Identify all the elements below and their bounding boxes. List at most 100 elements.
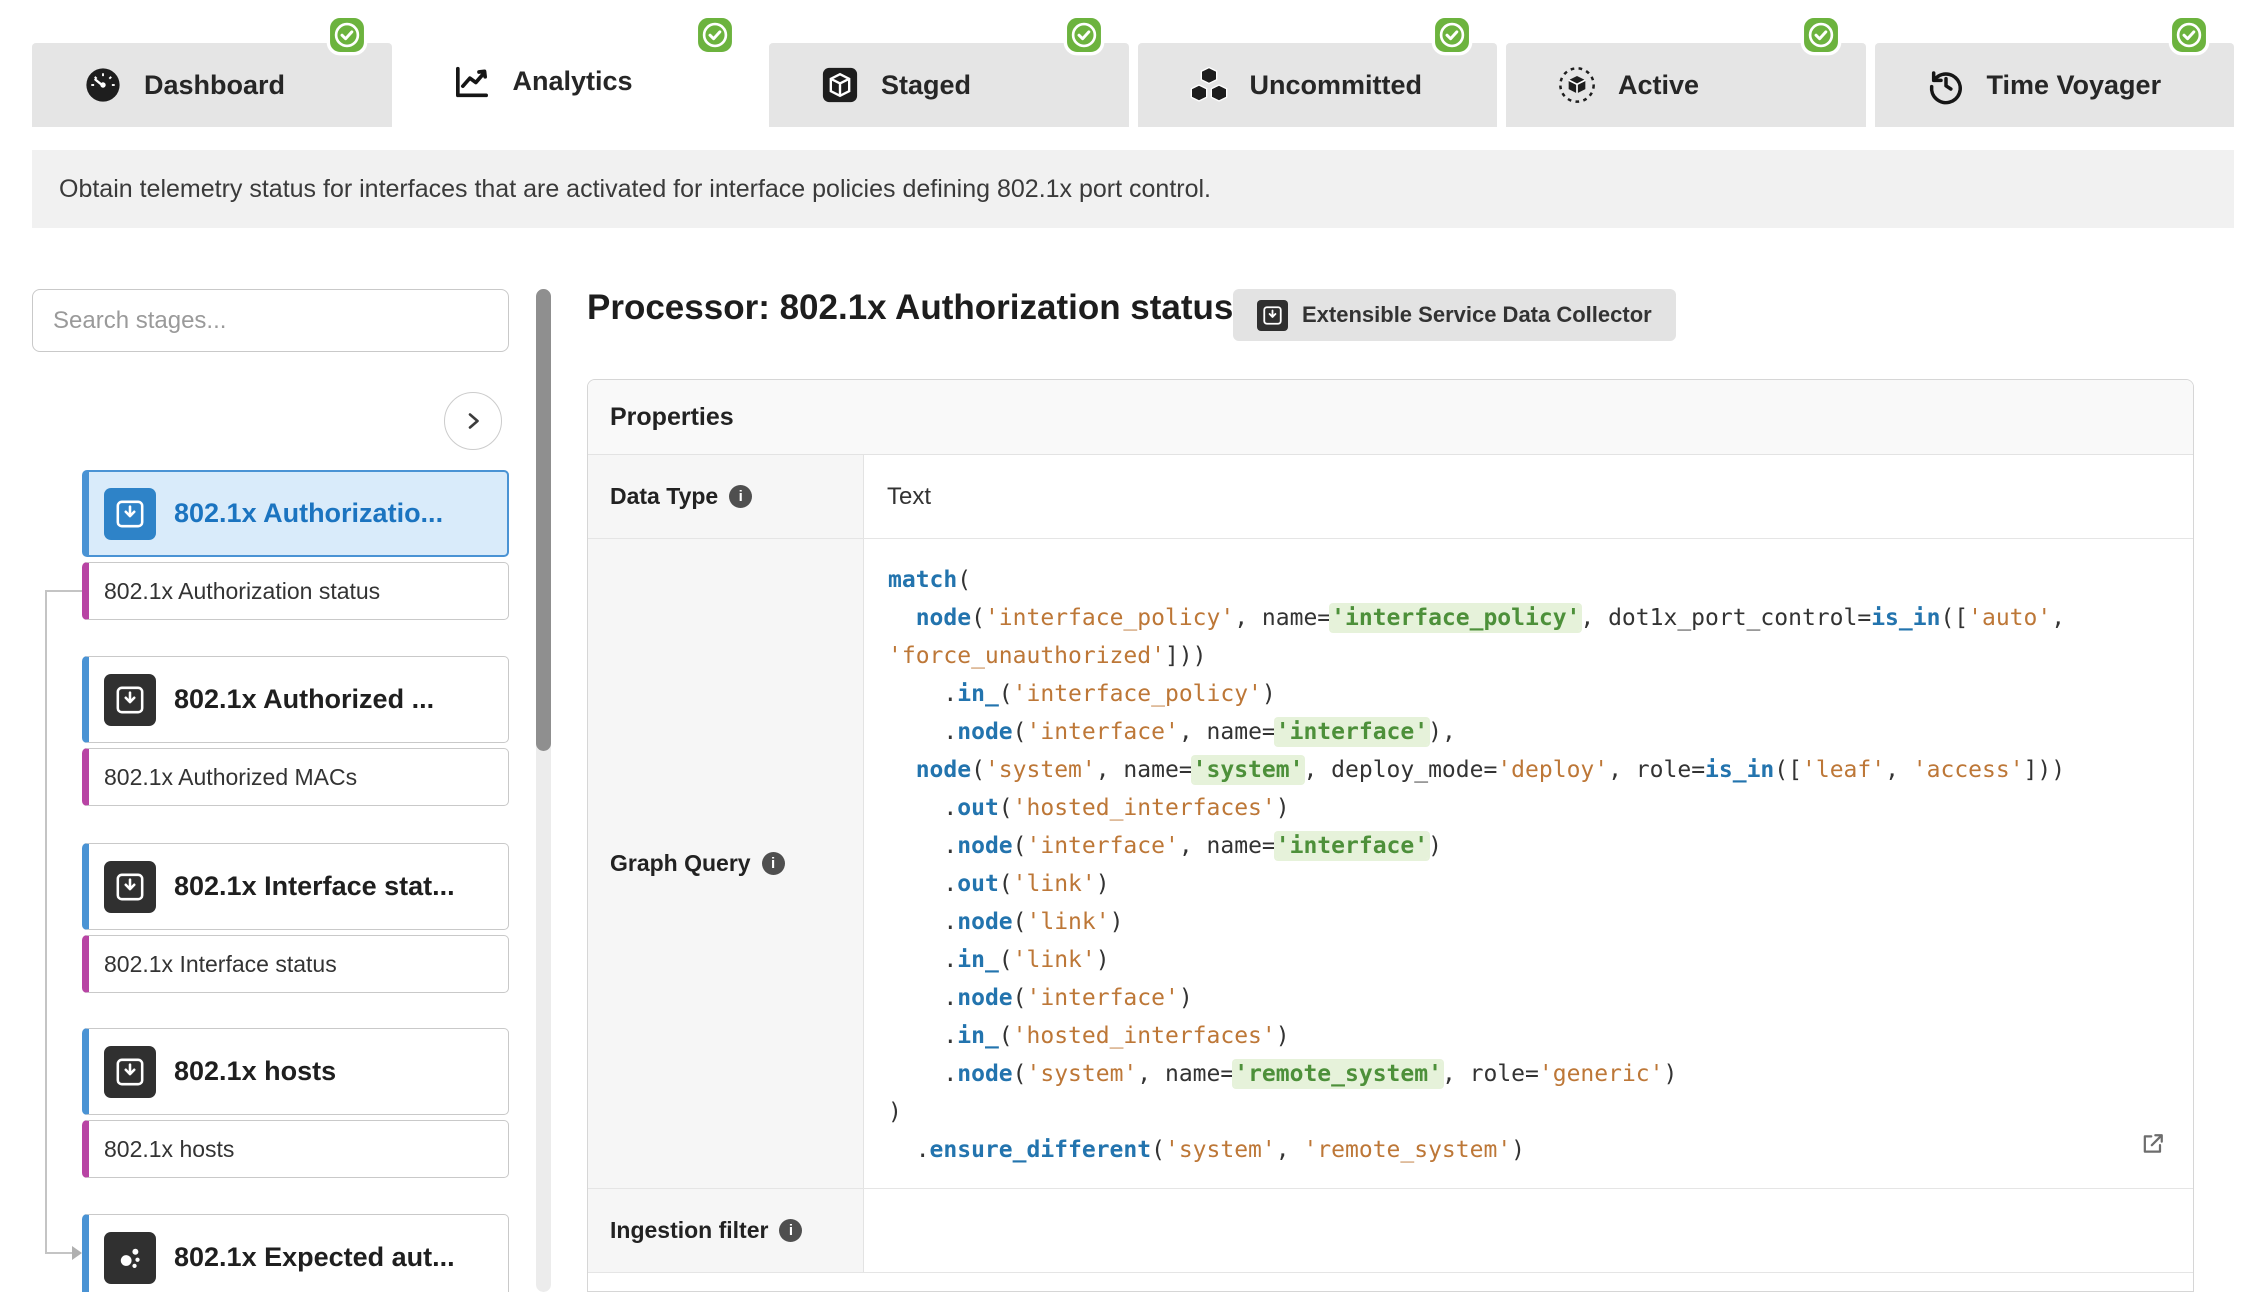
tab-label: Active [1618, 70, 1699, 101]
tab-uncommitted[interactable]: Uncommitted [1138, 43, 1498, 127]
stage-output-label: 802.1x Interface status [104, 951, 337, 978]
graph-query-row: Graph Query i match( node('interface_pol… [588, 539, 2193, 1189]
properties-title: Properties [610, 403, 734, 432]
page-title: Processor: 802.1x Authorization status [587, 288, 1233, 328]
history-clock-icon [1925, 64, 1967, 106]
collector-type-badge: Extensible Service Data Collector [1233, 289, 1676, 341]
stage-title: 802.1x Interface stat... [174, 871, 455, 902]
tab-bar: Dashboard Analytics Staged Uncommitted Activ… [32, 0, 2234, 140]
collector-icon [104, 1046, 156, 1098]
open-external-icon[interactable] [2139, 1130, 2167, 1158]
next-row-partial [588, 1273, 2193, 1292]
tab-active[interactable]: Active [1506, 43, 1866, 127]
code-line: .ensure_different('system', 'remote_syst… [888, 1131, 2193, 1169]
stage-output-card[interactable]: 802.1x hosts [82, 1120, 509, 1178]
collector-icon [1257, 300, 1288, 331]
stage-group: 802.1x Authorizatio... 802.1x Authorizati… [82, 470, 509, 620]
tab-label: Analytics [513, 66, 633, 97]
stage-title: 802.1x Authorized ... [174, 684, 434, 715]
stage-output-card[interactable]: 802.1x Interface status [82, 935, 509, 993]
code-line: match( [888, 561, 2193, 599]
check-badge-icon [326, 14, 368, 56]
code-line: ) [888, 1093, 2193, 1131]
sidebar-scrollbar[interactable] [536, 289, 551, 1292]
code-line: .node('link') [888, 903, 2193, 941]
ingestion-filter-row: Ingestion filter i [588, 1189, 2193, 1273]
stage-title: 802.1x Expected aut... [174, 1242, 455, 1273]
stage-group: 802.1x Interface stat... 802.1x Interface… [82, 843, 509, 993]
properties-panel: Properties Data Type i Text Graph Query … [587, 379, 2194, 1292]
processor-icon [104, 1232, 156, 1284]
code-line: .out('link') [888, 865, 2193, 903]
info-icon[interactable]: i [729, 485, 752, 508]
code-line: .node('interface', name='interface'), [888, 713, 2193, 751]
gauge-icon [82, 64, 124, 106]
code-line: node('interface_policy', name='interface… [888, 599, 2193, 637]
check-badge-icon [1063, 14, 1105, 56]
stage-output-card[interactable]: 802.1x Authorized MACs [82, 748, 509, 806]
stage-group: 802.1x Authorized ... 802.1x Authorized M… [82, 656, 509, 806]
collector-icon [104, 674, 156, 726]
properties-header: Properties [588, 380, 2193, 455]
stage-output-label: 802.1x Authorized MACs [104, 764, 357, 791]
ingestion-filter-label-cell: Ingestion filter i [588, 1189, 864, 1272]
code-line: .in_('hosted_interfaces') [888, 1017, 2193, 1055]
tab-label: Time Voyager [1987, 70, 2162, 101]
tab-staged[interactable]: Staged [769, 43, 1129, 127]
stage-title: 802.1x Authorizatio... [174, 498, 443, 529]
description-bar: Obtain telemetry status for interfaces t… [32, 150, 2234, 228]
description-text: Obtain telemetry status for interfaces t… [59, 175, 1211, 204]
stage-sidebar: 802.1x Authorizatio... 802.1x Authorizati… [32, 289, 510, 1292]
stage-group: 802.1x hosts 802.1x hosts [82, 1028, 509, 1178]
collector-icon [104, 488, 156, 540]
check-badge-icon [2168, 14, 2210, 56]
tab-label: Uncommitted [1250, 70, 1423, 101]
code-line: .node('interface', name='interface') [888, 827, 2193, 865]
collector-type-badge-label: Extensible Service Data Collector [1302, 302, 1652, 328]
collector-icon [104, 861, 156, 913]
info-icon[interactable]: i [762, 852, 785, 875]
code-line: .node('system', name='remote_system', ro… [888, 1055, 2193, 1093]
stage-output-card[interactable]: 802.1x Authorization status [82, 562, 509, 620]
data-type-label-cell: Data Type i [588, 455, 864, 538]
app-window: Dashboard Analytics Staged Uncommitted Activ… [0, 0, 2266, 1292]
stage-output-label: 802.1x Authorization status [104, 578, 380, 605]
info-icon[interactable]: i [779, 1219, 802, 1242]
tab-analytics[interactable]: Analytics [401, 23, 761, 140]
graph-query-label-cell: Graph Query i [588, 539, 864, 1188]
code-line: .node('interface') [888, 979, 2193, 1017]
stage-output-label: 802.1x hosts [104, 1136, 234, 1163]
tab-dashboard[interactable]: Dashboard [32, 43, 392, 127]
ingestion-filter-label: Ingestion filter [610, 1217, 768, 1244]
code-line: 'force_unauthorized'])) [888, 637, 2193, 675]
code-line: .in_('link') [888, 941, 2193, 979]
stage-processor-card[interactable]: 802.1x Authorizatio... [82, 470, 509, 557]
cubes-icon [1188, 64, 1230, 106]
code-line: .in_('interface_policy') [888, 675, 2193, 713]
stage-list: 802.1x Authorizatio... 802.1x Authorizati… [32, 289, 510, 1292]
stage-processor-card[interactable]: 802.1x Authorized ... [82, 656, 509, 743]
stage-processor-card[interactable]: 802.1x Expected aut... [82, 1214, 509, 1292]
graph-query-code: match( node('interface_policy', name='in… [864, 539, 2193, 1188]
data-type-value: Text [864, 455, 2193, 538]
staged-cube-icon [819, 64, 861, 106]
stage-processor-card[interactable]: 802.1x Interface stat... [82, 843, 509, 930]
chart-icon [451, 61, 493, 103]
stage-group: 802.1x Expected aut... [82, 1214, 509, 1292]
check-badge-icon [694, 14, 736, 56]
ingestion-filter-value [864, 1189, 2193, 1272]
active-cube-icon [1556, 64, 1598, 106]
tab-label: Staged [881, 70, 971, 101]
check-badge-icon [1431, 14, 1473, 56]
tab-label: Dashboard [144, 70, 285, 101]
tab-time-voyager[interactable]: Time Voyager [1875, 43, 2235, 127]
stage-processor-card[interactable]: 802.1x hosts [82, 1028, 509, 1115]
code-line: .out('hosted_interfaces') [888, 789, 2193, 827]
graph-query-label: Graph Query [610, 850, 751, 877]
data-type-label: Data Type [610, 483, 718, 510]
data-type-row: Data Type i Text [588, 455, 2193, 539]
check-badge-icon [1800, 14, 1842, 56]
stage-title: 802.1x hosts [174, 1056, 336, 1087]
code-line: node('system', name='system', deploy_mod… [888, 751, 2193, 789]
sidebar-scrollbar-thumb[interactable] [536, 289, 551, 751]
